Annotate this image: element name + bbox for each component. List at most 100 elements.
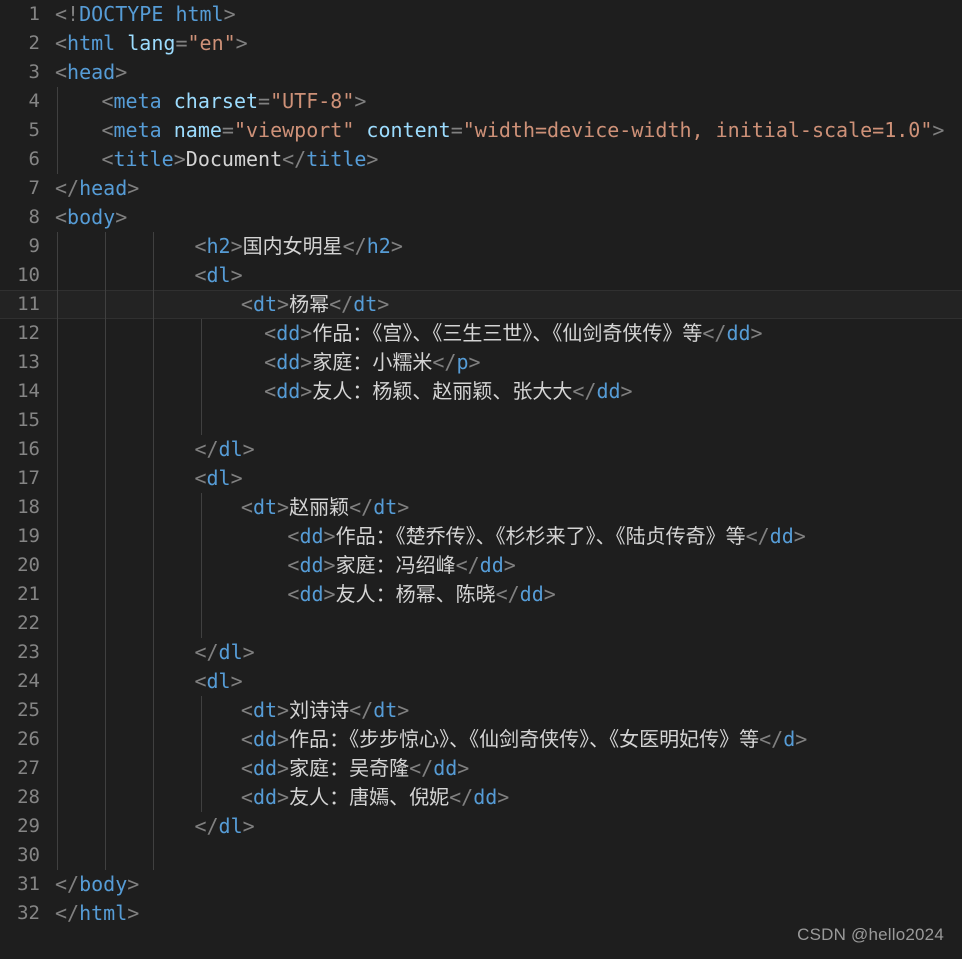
code-text[interactable]: <!DOCTYPE html>: [55, 0, 236, 29]
code-text[interactable]: <dd>家庭：冯绍峰</dd>: [287, 551, 515, 580]
code-line[interactable]: 12 <dd>作品：《宫》、《三生三世》、《仙剑奇侠传》等</dd>: [0, 319, 962, 348]
indent-guide: [153, 725, 154, 754]
line-number: 6: [0, 145, 40, 174]
line-number-text: 4: [28, 90, 40, 112]
code-token-tag: dd: [252, 785, 278, 809]
code-line[interactable]: 17 <dl>: [0, 464, 962, 493]
code-line[interactable]: 19 <dd>作品：《楚乔传》、《杉杉来了》、《陆贞传奇》等</dd>: [0, 522, 962, 551]
code-token-br: >: [277, 495, 290, 519]
indent-guide: [153, 667, 154, 696]
code-text[interactable]: </body>: [55, 870, 139, 899]
line-number: 18: [0, 493, 40, 522]
indent-guide: [57, 348, 58, 377]
code-line[interactable]: 28 <dd>友人：唐嫣、倪妮</dd>: [0, 783, 962, 812]
code-line[interactable]: 13 <dd>家庭：小糯米</p>: [0, 348, 962, 377]
indent-guide: [201, 377, 202, 406]
code-text[interactable]: <dl>: [194, 261, 242, 290]
indent-guide: [105, 406, 106, 435]
code-line[interactable]: 20 <dd>家庭：冯绍峰</dd>: [0, 551, 962, 580]
code-lines-container[interactable]: 1 <!DOCTYPE html> 2 <html lang="en"> 3 <head>…: [0, 0, 962, 959]
code-token-br: >: [620, 379, 633, 403]
code-token-tag: dd: [433, 756, 458, 780]
code-text[interactable]: <head>: [55, 58, 127, 87]
code-token-br: <: [101, 118, 114, 142]
code-text[interactable]: <dd>家庭：小糯米</p>: [264, 348, 480, 377]
code-line[interactable]: 32 </html>: [0, 899, 962, 928]
code-token-br: <: [287, 582, 300, 606]
indent-guide: [105, 696, 106, 725]
code-line[interactable]: 9 <h2>国内女明星</h2>: [0, 232, 962, 261]
code-text[interactable]: <dt>刘诗诗</dt>: [241, 696, 409, 725]
indent-guide: [105, 841, 106, 870]
code-line[interactable]: 11 <dt>杨幂</dt>: [0, 290, 962, 319]
code-token-br: <: [264, 350, 277, 374]
code-token-br: <: [55, 2, 68, 26]
code-line[interactable]: 14 <dd>友人：杨颖、赵丽颖、张大大</dd>: [0, 377, 962, 406]
code-line[interactable]: 15: [0, 406, 962, 435]
code-line[interactable]: 24 <dl>: [0, 667, 962, 696]
code-line[interactable]: 3 <head>: [0, 58, 962, 87]
code-line[interactable]: 1 <!DOCTYPE html>: [0, 0, 962, 29]
code-text[interactable]: <dd>友人：杨幂、陈晓</dd>: [287, 580, 555, 609]
code-line[interactable]: 4 <meta charset="UTF-8">: [0, 87, 962, 116]
code-text[interactable]: <h2>国内女明星</h2>: [194, 232, 402, 261]
code-line[interactable]: 2 <html lang="en">: [0, 29, 962, 58]
code-line[interactable]: 8 <body>: [0, 203, 962, 232]
code-text[interactable]: </dl>: [194, 638, 254, 667]
code-line[interactable]: 16 </dl>: [0, 435, 962, 464]
line-number-text: 6: [28, 148, 40, 170]
code-text[interactable]: </dl>: [194, 812, 254, 841]
code-text[interactable]: <html lang="en">: [55, 29, 248, 58]
code-line[interactable]: 21 <dd>友人：杨幂、陈晓</dd>: [0, 580, 962, 609]
line-number-text: 31: [17, 873, 40, 895]
code-token-br: </: [55, 872, 80, 896]
code-text[interactable]: <meta name="viewport" content="width=dev…: [101, 116, 944, 145]
code-text[interactable]: <dt>杨幂</dt>: [241, 290, 389, 319]
indent-guide: [153, 841, 154, 870]
code-text[interactable]: <dd>作品：《楚乔传》、《杉杉来了》、《陆贞传奇》等</dd>: [287, 522, 805, 551]
code-text[interactable]: <dd>友人：唐嫣、倪妮</dd>: [241, 783, 509, 812]
line-number-text: 2: [28, 32, 40, 54]
code-line[interactable]: 27 <dd>家庭：吴奇隆</dd>: [0, 754, 962, 783]
code-token-br: >: [397, 698, 410, 722]
indent-guide: [57, 841, 58, 870]
code-text[interactable]: <dl>: [194, 464, 242, 493]
line-number: 32: [0, 899, 40, 928]
code-line[interactable]: 31 </body>: [0, 870, 962, 899]
code-line[interactable]: 30: [0, 841, 962, 870]
code-line[interactable]: 22: [0, 609, 962, 638]
code-text[interactable]: <dd>作品：《步步惊心》、《仙剑奇侠传》、《女医明妃传》等</d>: [241, 725, 807, 754]
code-line[interactable]: 23 </dl>: [0, 638, 962, 667]
indent-guide: [105, 580, 106, 609]
code-text[interactable]: <dd>家庭：吴奇隆</dd>: [241, 754, 469, 783]
code-text[interactable]: <title>Document</title>: [101, 145, 378, 174]
code-token-tag: dd: [726, 321, 751, 345]
code-line[interactable]: 6 <title>Document</title>: [0, 145, 962, 174]
code-text[interactable]: </html>: [55, 899, 139, 928]
code-text[interactable]: </dl>: [194, 435, 254, 464]
code-line[interactable]: 7 </head>: [0, 174, 962, 203]
code-line[interactable]: 5 <meta name="viewport" content="width=de…: [0, 116, 962, 145]
indent-guide: [201, 696, 202, 725]
code-editor[interactable]: 1 <!DOCTYPE html> 2 <html lang="en"> 3 <head>…: [0, 0, 962, 959]
code-line[interactable]: 25 <dt>刘诗诗</dt>: [0, 696, 962, 725]
code-token-br: <: [194, 669, 207, 693]
code-text[interactable]: <dd>作品：《宫》、《三生三世》、《仙剑奇侠传》等</dd>: [264, 319, 762, 348]
code-line[interactable]: 10 <dl>: [0, 261, 962, 290]
code-text[interactable]: </head>: [55, 174, 139, 203]
line-number-text: 7: [28, 177, 40, 199]
code-text[interactable]: <body>: [55, 203, 127, 232]
line-number: 23: [0, 638, 40, 667]
code-token-br: </: [449, 785, 474, 809]
indent-guide: [105, 609, 106, 638]
code-text[interactable]: <dt>赵丽颖</dt>: [241, 493, 409, 522]
code-text[interactable]: <dd>友人：杨颖、赵丽颖、张大大</dd>: [264, 377, 632, 406]
code-line[interactable]: 26 <dd>作品：《步步惊心》、《仙剑奇侠传》、《女医明妃传》等</d>: [0, 725, 962, 754]
code-text[interactable]: <dl>: [194, 667, 242, 696]
code-line[interactable]: 29 </dl>: [0, 812, 962, 841]
indent-guide: [105, 464, 106, 493]
code-token-br: </: [194, 437, 219, 461]
code-line[interactable]: 18 <dt>赵丽颖</dt>: [0, 493, 962, 522]
code-text[interactable]: <meta charset="UTF-8">: [101, 87, 366, 116]
code-token-br: </: [349, 495, 374, 519]
